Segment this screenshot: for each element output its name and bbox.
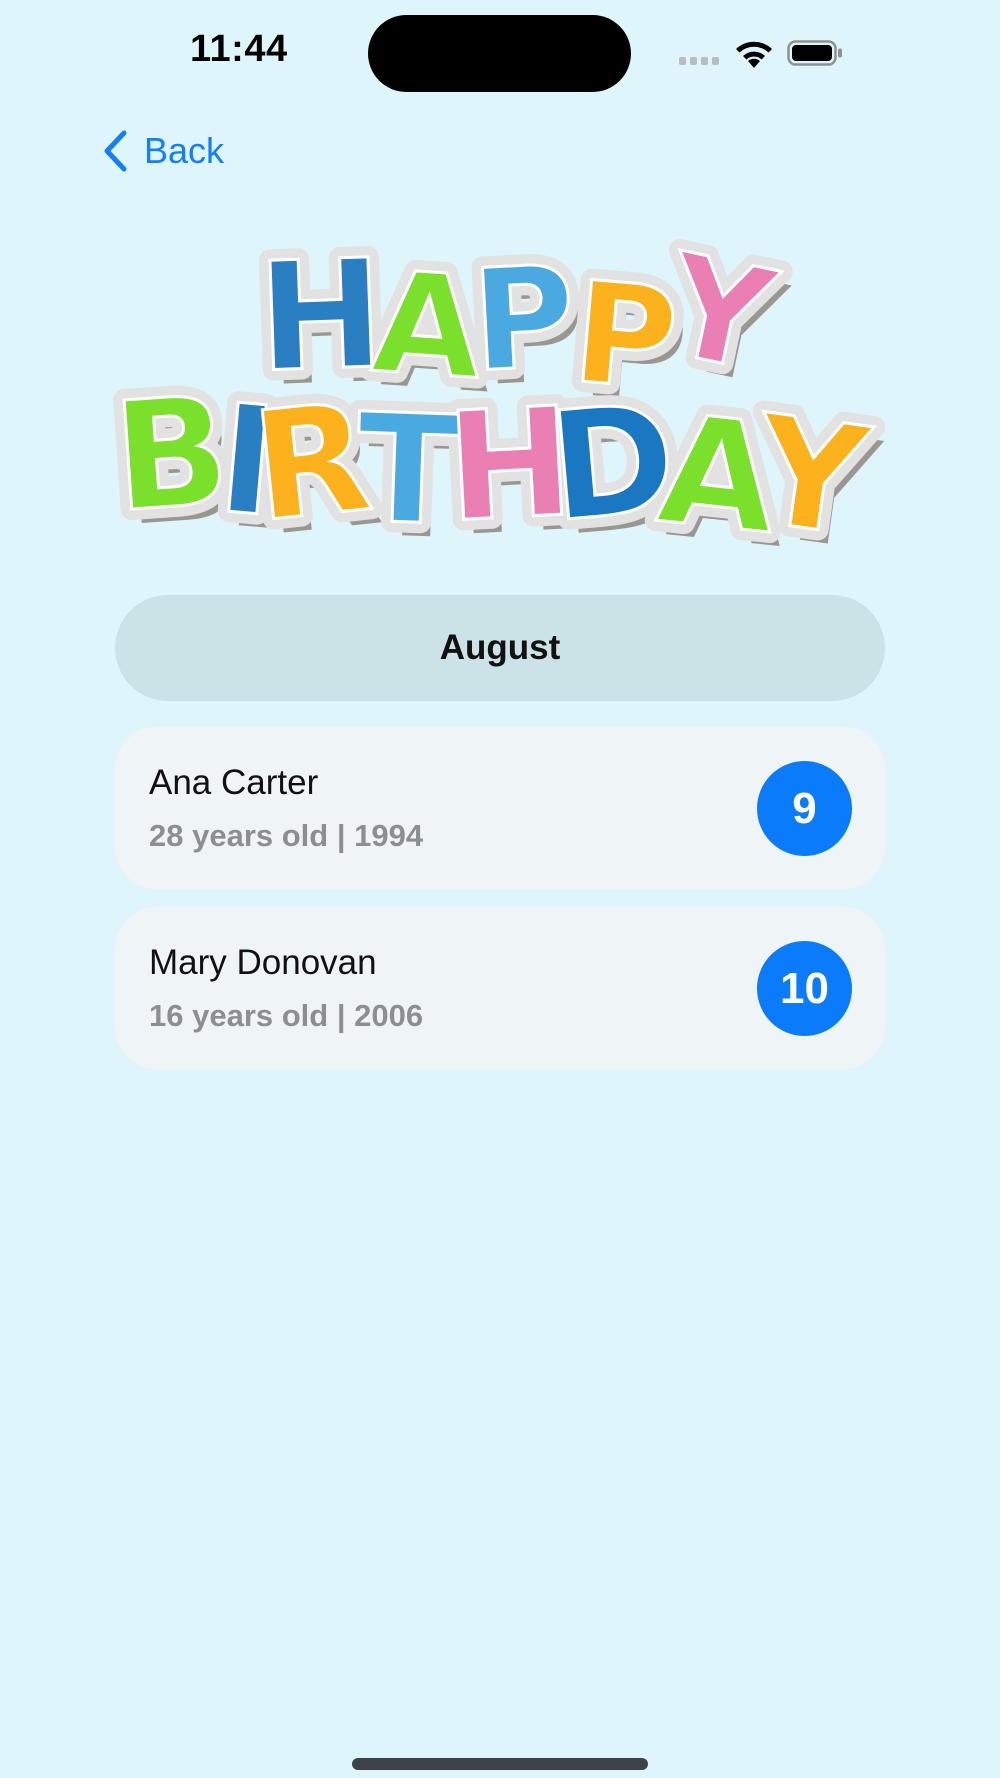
person-age-year: 28 years old | 1994: [149, 818, 424, 853]
back-label: Back: [144, 130, 225, 171]
happy-birthday-logo: H A P P Y B I R T H D A Y H A P P Y B I …: [100, 220, 890, 560]
status-time: 11:44: [190, 28, 288, 70]
cellular-signal-icon: [679, 57, 721, 65]
birthday-card[interactable]: Ana Carter 28 years old | 1994 9: [115, 727, 885, 889]
person-name: Mary Donovan: [149, 943, 377, 982]
chevron-left-icon: [104, 130, 127, 172]
month-header: August: [115, 595, 885, 701]
home-indicator[interactable]: [352, 1758, 648, 1770]
month-label: August: [439, 628, 561, 667]
day-badge: 10: [757, 941, 852, 1036]
app-screen: 11:44 Back H A P P Y B I R T H D A Y H A…: [0, 0, 1000, 1778]
day-badge: 9: [757, 761, 852, 856]
wifi-icon: [736, 41, 772, 68]
person-name: Ana Carter: [149, 763, 319, 802]
birthday-card[interactable]: Mary Donovan 16 years old | 2006 10: [115, 907, 885, 1069]
battery-icon: [787, 40, 842, 66]
dynamic-island: [368, 15, 631, 92]
back-button[interactable]: Back: [100, 126, 224, 176]
person-age-year: 16 years old | 2006: [149, 998, 424, 1033]
